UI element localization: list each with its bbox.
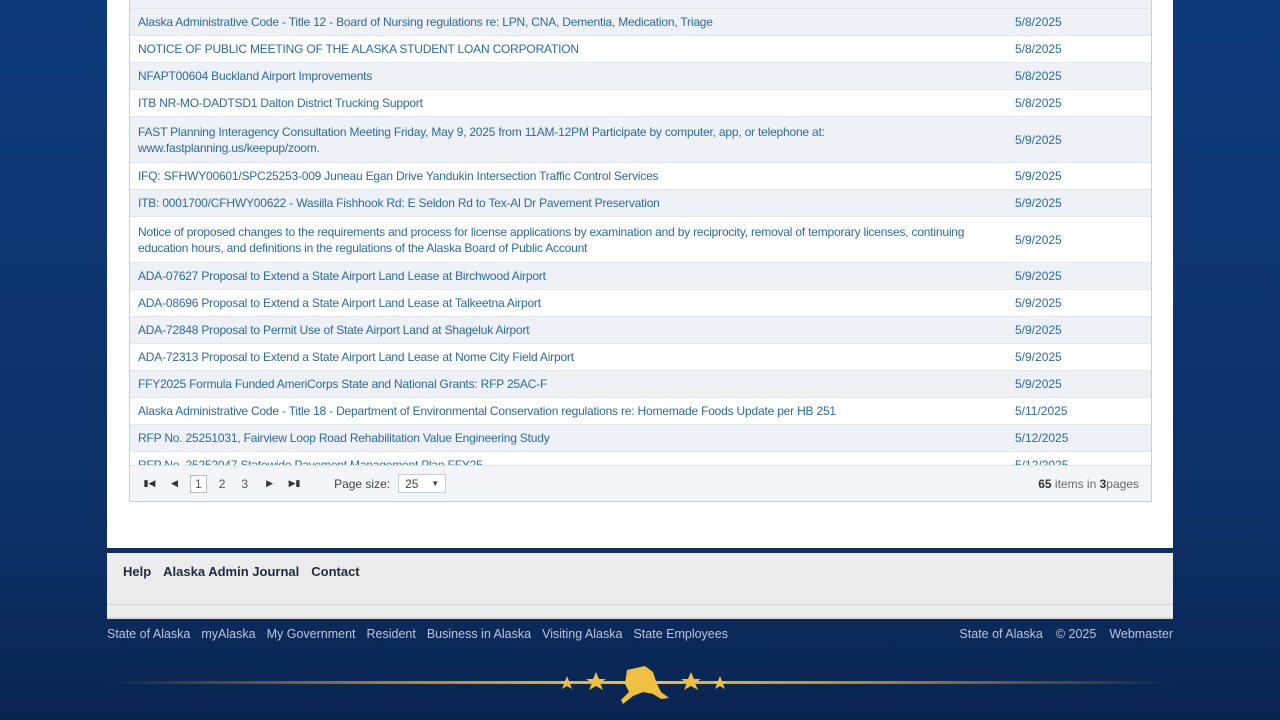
- public-notices-grid: Alaska Administrative Code - Title 12 - …: [129, 0, 1152, 502]
- notice-title-link[interactable]: ADA-07627 Proposal to Extend a State Air…: [130, 268, 1009, 284]
- table-row: FFY2025 Formula Funded AmeriCorps State …: [130, 371, 1151, 398]
- pager-info: 65 items in 3pages: [1038, 476, 1139, 491]
- notice-title-link[interactable]: FAST Planning Interagency Consultation M…: [130, 124, 1009, 156]
- state-link-visiting[interactable]: Visiting Alaska: [542, 627, 622, 641]
- notice-title-link[interactable]: ADA-08696 Proposal to Extend a State Air…: [130, 295, 1009, 311]
- page-1-button[interactable]: 1: [190, 474, 207, 493]
- table-row: FAST Planning Interagency Consultation M…: [130, 117, 1151, 163]
- table-row: ITB NR-MO-DADTSD1 Dalton District Trucki…: [130, 90, 1151, 117]
- table-row: ITB: 0001700/CFHWY00622 - Wasilla Fishho…: [130, 190, 1151, 217]
- page-size-label: Page size:: [334, 476, 391, 491]
- page-3-button[interactable]: 3: [237, 476, 252, 492]
- content-page: Alaska Administrative Code - Title 12 - …: [107, 0, 1173, 548]
- state-link-resident[interactable]: Resident: [367, 627, 416, 641]
- notice-title-link[interactable]: ITB NR-MO-DADTSD1 Dalton District Trucki…: [130, 95, 1009, 111]
- table-row: Alaska Administrative Code - Title 18 - …: [130, 398, 1151, 425]
- notice-date: 5/8/2025: [1015, 15, 1062, 29]
- notice-date: 5/9/2025: [1015, 269, 1062, 283]
- alaska-star-emblem-icon: [560, 666, 727, 704]
- notice-date: 5/9/2025: [1015, 196, 1062, 210]
- notice-date: 5/9/2025: [1015, 232, 1062, 247]
- footer-link-help[interactable]: Help: [123, 564, 151, 579]
- table-row: RFP No. 25251031, Fairview Loop Road Reh…: [130, 425, 1151, 452]
- page-2-button[interactable]: 2: [215, 476, 230, 492]
- table-row: ADA-72313 Proposal to Extend a State Air…: [130, 344, 1151, 371]
- notice-title-link[interactable]: FFY2025 Formula Funded AmeriCorps State …: [130, 376, 1009, 392]
- notice-date: 5/8/2025: [1015, 42, 1062, 56]
- footer-link-admin-journal[interactable]: Alaska Admin Journal: [163, 564, 299, 579]
- notice-title-link[interactable]: ITB: 0001700/CFHWY00622 - Wasilla Fishho…: [130, 195, 1009, 211]
- notice-title-link[interactable]: ADA-72848 Proposal to Permit Use of Stat…: [130, 322, 1009, 338]
- notice-title-link[interactable]: IFQ: SFHWY00601/SPC25253-009 Juneau Egan…: [130, 168, 1009, 184]
- state-link-home[interactable]: State of Alaska: [959, 627, 1042, 641]
- notice-date: 5/8/2025: [1015, 69, 1062, 83]
- page-size-select[interactable]: 25 ▼: [398, 474, 447, 493]
- notice-date: 5/9/2025: [1015, 350, 1062, 364]
- table-row-partial: [130, 0, 1151, 9]
- footer-link-contact[interactable]: Contact: [311, 564, 359, 579]
- table-row: ADA-72848 Proposal to Permit Use of Stat…: [130, 317, 1151, 344]
- last-page-button[interactable]: ▶▮: [285, 474, 304, 493]
- state-right-links: State of Alaska © 2025 Webmaster: [959, 627, 1173, 641]
- table-row: IFQ: SFHWY00601/SPC25253-009 Juneau Egan…: [130, 163, 1151, 190]
- notice-title-link[interactable]: NOTICE OF PUBLIC MEETING OF THE ALASKA S…: [130, 41, 1009, 57]
- notice-title-link[interactable]: Notice of proposed changes to the requir…: [130, 224, 1009, 256]
- table-row: ADA-08696 Proposal to Extend a State Air…: [130, 290, 1151, 317]
- notice-date: 5/9/2025: [1015, 323, 1062, 337]
- notice-date: 5/9/2025: [1015, 132, 1062, 147]
- site-footer: Help Alaska Admin Journal Contact: [107, 553, 1173, 619]
- state-link-state-of-alaska[interactable]: State of Alaska: [107, 627, 190, 641]
- notice-date: 5/9/2025: [1015, 169, 1062, 183]
- notice-date: 5/8/2025: [1015, 96, 1062, 110]
- table-row: Alaska Administrative Code - Title 12 - …: [130, 9, 1151, 36]
- prev-page-button[interactable]: ◀: [165, 474, 184, 493]
- notice-title-link[interactable]: NFAPT00604 Buckland Airport Improvements: [130, 68, 1009, 84]
- table-row: NFAPT00604 Buckland Airport Improvements…: [130, 63, 1151, 90]
- state-nav-links: State of Alaska myAlaska My Government R…: [107, 627, 728, 641]
- notice-title-link[interactable]: RFP No. 25251031, Fairview Loop Road Reh…: [130, 430, 1009, 446]
- next-page-button[interactable]: ▶: [260, 474, 279, 493]
- state-link-business[interactable]: Business in Alaska: [427, 627, 531, 641]
- notice-title-link[interactable]: Alaska Administrative Code - Title 18 - …: [130, 403, 1009, 419]
- table-row: Notice of proposed changes to the requir…: [130, 217, 1151, 263]
- state-link-myalaska[interactable]: myAlaska: [201, 627, 255, 641]
- notice-date: 5/9/2025: [1015, 377, 1062, 391]
- notice-date: 5/11/2025: [1015, 404, 1068, 418]
- state-link-my-government[interactable]: My Government: [267, 627, 356, 641]
- copyright: © 2025: [1055, 627, 1097, 641]
- notice-title-link[interactable]: Alaska Administrative Code - Title 12 - …: [130, 14, 1009, 30]
- notice-title-link[interactable]: ADA-72313 Proposal to Extend a State Air…: [130, 349, 1009, 365]
- notice-date: 5/12/2025: [1015, 431, 1069, 445]
- webmaster-link[interactable]: Webmaster: [1109, 627, 1173, 641]
- page-size-value: 25: [405, 476, 419, 491]
- notice-date: 5/9/2025: [1015, 296, 1062, 310]
- table-row: NOTICE OF PUBLIC MEETING OF THE ALASKA S…: [130, 36, 1151, 63]
- table-row: ADA-07627 Proposal to Extend a State Air…: [130, 263, 1151, 290]
- first-page-button[interactable]: ▮◀: [140, 474, 159, 493]
- grid-pager: ▮◀ ◀ 1 2 3 ▶ ▶▮ Page size: 25 ▼ 65 items…: [130, 465, 1151, 501]
- chevron-down-icon: ▼: [431, 479, 440, 488]
- state-link-employees[interactable]: State Employees: [633, 627, 728, 641]
